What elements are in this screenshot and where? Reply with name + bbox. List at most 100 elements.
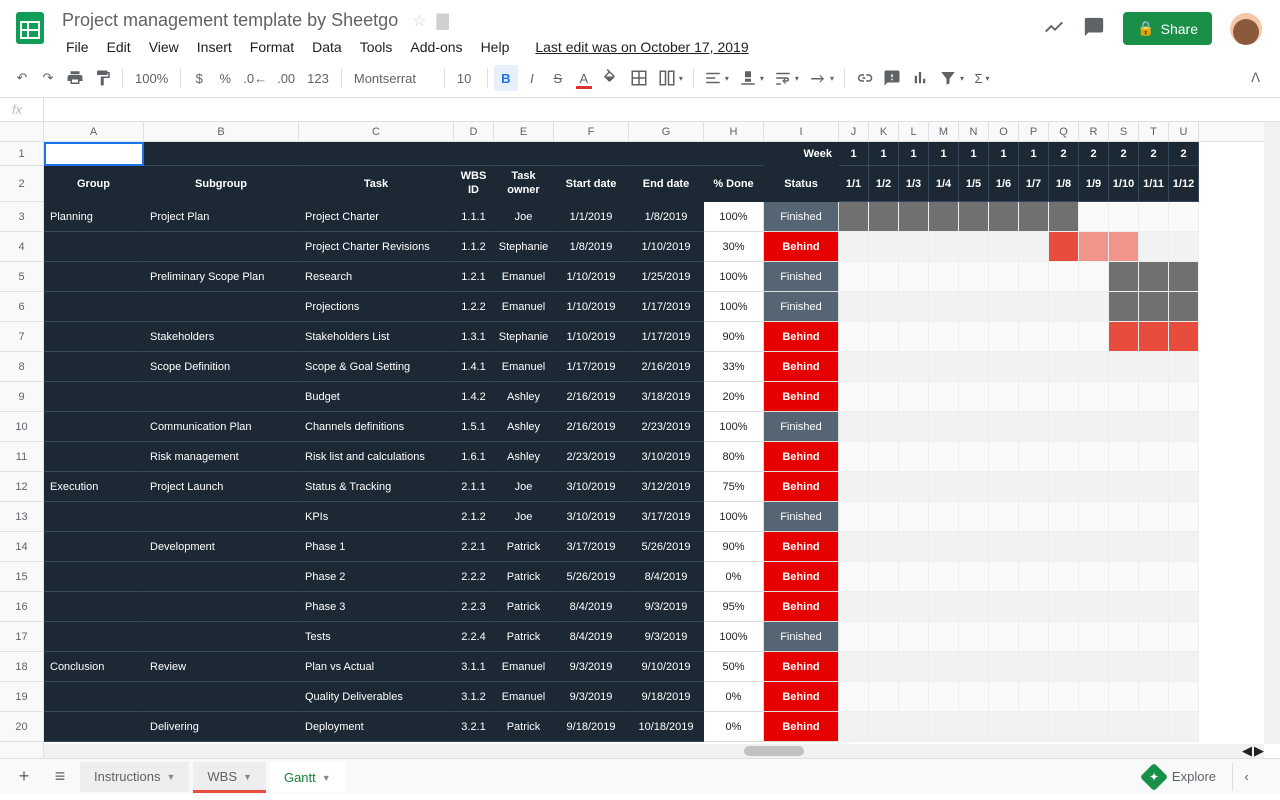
group-cell[interactable] [44, 352, 144, 382]
gantt-cell[interactable] [1109, 292, 1139, 322]
star-icon[interactable]: ☆ [412, 11, 426, 31]
cell[interactable] [554, 142, 629, 166]
gantt-cell[interactable] [1109, 202, 1139, 232]
gantt-cell[interactable] [929, 412, 959, 442]
row-header[interactable]: 5 [0, 262, 43, 292]
row-header[interactable]: 17 [0, 622, 43, 652]
gantt-cell[interactable] [899, 262, 929, 292]
done-cell[interactable]: 100% [704, 292, 764, 322]
owner-cell[interactable]: Patrick [494, 712, 554, 742]
status-cell[interactable]: Behind [764, 442, 839, 472]
select-all-corner[interactable] [0, 122, 43, 142]
increase-decimal-button[interactable]: .00 [273, 65, 299, 91]
gantt-cell[interactable] [959, 472, 989, 502]
fill-color-button[interactable] [598, 65, 624, 91]
gantt-cell[interactable] [1109, 232, 1139, 262]
column-header[interactable]: E [494, 122, 554, 141]
column-header[interactable]: B [144, 122, 299, 141]
status-cell[interactable]: Finished [764, 622, 839, 652]
gantt-cell[interactable] [989, 592, 1019, 622]
gantt-cell[interactable] [989, 442, 1019, 472]
status-cell[interactable]: Behind [764, 532, 839, 562]
subgroup-cell[interactable]: Stakeholders [144, 322, 299, 352]
done-cell[interactable]: 90% [704, 322, 764, 352]
owner-cell[interactable]: Joe [494, 502, 554, 532]
done-cell[interactable]: 100% [704, 622, 764, 652]
gantt-cell[interactable] [1109, 412, 1139, 442]
gantt-cell[interactable] [929, 232, 959, 262]
start-cell[interactable]: 3/17/2019 [554, 532, 629, 562]
row-header[interactable]: 20 [0, 712, 43, 742]
gantt-cell[interactable] [959, 322, 989, 352]
gantt-cell[interactable] [1019, 202, 1049, 232]
gantt-cell[interactable] [1079, 652, 1109, 682]
gantt-cell[interactable] [929, 262, 959, 292]
subgroup-cell[interactable] [144, 232, 299, 262]
gantt-cell[interactable] [959, 382, 989, 412]
gantt-cell[interactable] [959, 202, 989, 232]
start-cell[interactable]: 5/26/2019 [554, 562, 629, 592]
done-cell[interactable]: 0% [704, 682, 764, 712]
start-cell[interactable]: 9/18/2019 [554, 712, 629, 742]
end-cell[interactable]: 9/10/2019 [629, 652, 704, 682]
gantt-cell[interactable] [959, 712, 989, 742]
end-cell[interactable]: 9/3/2019 [629, 592, 704, 622]
tab-wbs[interactable]: WBS▼ [193, 762, 266, 792]
subgroup-cell[interactable]: Delivering [144, 712, 299, 742]
start-cell[interactable]: 2/16/2019 [554, 412, 629, 442]
column-header[interactable]: J [839, 122, 869, 141]
gantt-cell[interactable] [899, 202, 929, 232]
row-header[interactable]: 18 [0, 652, 43, 682]
gantt-cell[interactable] [1169, 712, 1199, 742]
week-num-cell[interactable]: 1 [899, 142, 929, 166]
subgroup-cell[interactable] [144, 622, 299, 652]
gantt-cell[interactable] [1079, 382, 1109, 412]
insert-comment-button[interactable] [879, 65, 905, 91]
group-cell[interactable]: Execution [44, 472, 144, 502]
gantt-cell[interactable] [1109, 472, 1139, 502]
gantt-cell[interactable] [1079, 502, 1109, 532]
column-header[interactable]: G [629, 122, 704, 141]
gantt-cell[interactable] [1079, 712, 1109, 742]
gantt-cell[interactable] [959, 262, 989, 292]
gantt-cell[interactable] [1049, 562, 1079, 592]
group-cell[interactable] [44, 232, 144, 262]
gantt-cell[interactable] [989, 562, 1019, 592]
gantt-cell[interactable] [1109, 262, 1139, 292]
date-header-cell[interactable]: 1/5 [959, 166, 989, 202]
subgroup-cell[interactable]: Preliminary Scope Plan [144, 262, 299, 292]
gantt-cell[interactable] [1109, 352, 1139, 382]
task-cell[interactable]: Project Charter [299, 202, 454, 232]
gantt-cell[interactable] [1109, 442, 1139, 472]
cell[interactable] [299, 142, 454, 166]
row-header[interactable]: 13 [0, 502, 43, 532]
gantt-cell[interactable] [839, 382, 869, 412]
gantt-cell[interactable] [1019, 472, 1049, 502]
subgroup-cell[interactable] [144, 502, 299, 532]
status-cell[interactable]: Behind [764, 682, 839, 712]
print-button[interactable] [62, 65, 88, 91]
gantt-cell[interactable] [869, 712, 899, 742]
done-cell[interactable]: 100% [704, 502, 764, 532]
gantt-cell[interactable] [869, 292, 899, 322]
week-num-cell[interactable]: 2 [1109, 142, 1139, 166]
gantt-cell[interactable] [929, 472, 959, 502]
scroll-left-icon[interactable]: ◀ [1242, 743, 1252, 759]
all-sheets-button[interactable]: ≡ [44, 762, 76, 792]
date-header-cell[interactable]: 1/8 [1049, 166, 1079, 202]
gantt-cell[interactable] [959, 562, 989, 592]
wbs-cell[interactable]: 1.1.2 [454, 232, 494, 262]
gantt-cell[interactable] [1079, 622, 1109, 652]
menu-addons[interactable]: Add-ons [402, 35, 470, 59]
gantt-cell[interactable] [1079, 412, 1109, 442]
column-header[interactable]: N [959, 122, 989, 141]
gantt-cell[interactable] [1139, 292, 1169, 322]
gantt-cell[interactable] [929, 352, 959, 382]
group-cell[interactable] [44, 562, 144, 592]
task-cell[interactable]: Stakeholders List [299, 322, 454, 352]
borders-button[interactable] [626, 65, 652, 91]
gantt-cell[interactable] [1049, 202, 1079, 232]
gantt-cell[interactable] [1169, 352, 1199, 382]
add-sheet-button[interactable]: + [8, 762, 40, 792]
done-cell[interactable]: 100% [704, 412, 764, 442]
